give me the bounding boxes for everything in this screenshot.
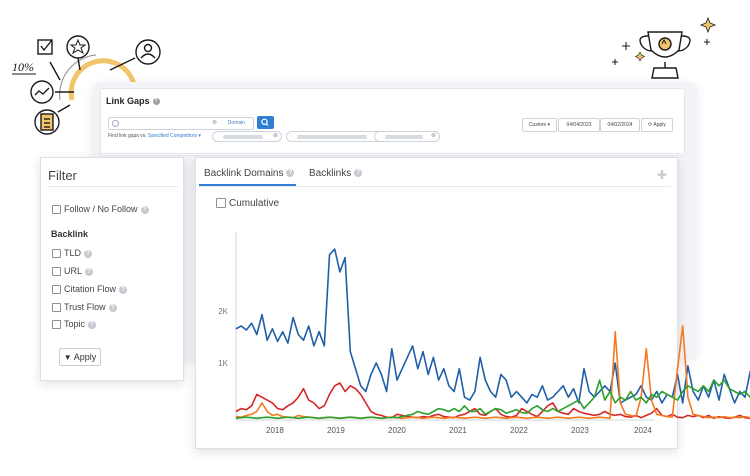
backlink-domains-chart	[235, 232, 750, 421]
series-line-1	[235, 248, 750, 404]
